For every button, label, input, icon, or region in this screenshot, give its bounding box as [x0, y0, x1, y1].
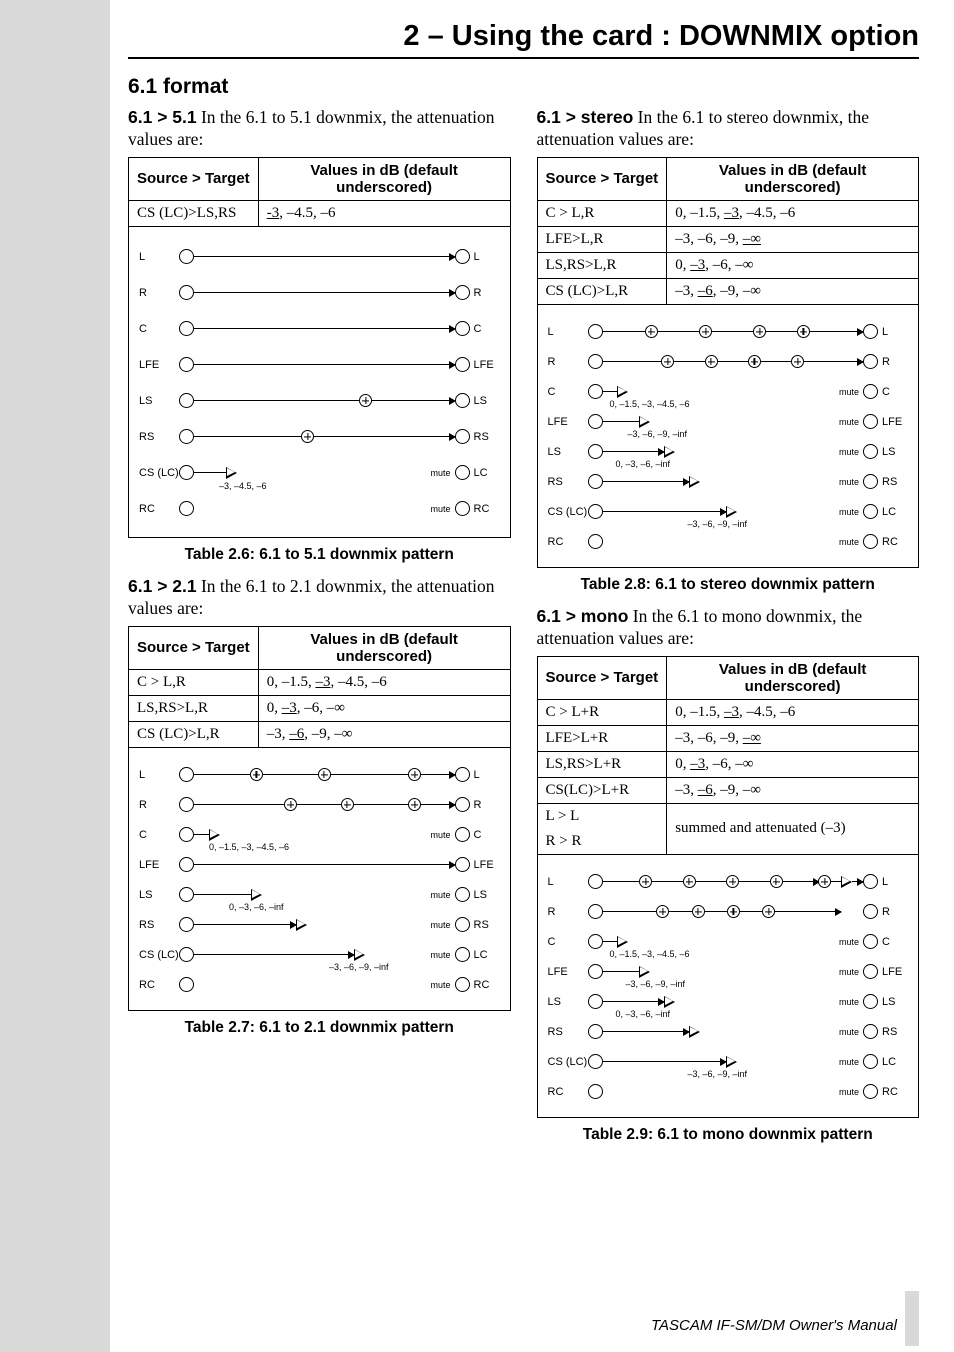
th-src: Source > Target: [129, 157, 259, 200]
page-content: 2 – Using the card : DOWNMIX option 6.1 …: [110, 0, 954, 1156]
diagram-27: LL RR CmuteC 0, –1.5, –3, –4.5, –6 LFELF…: [128, 748, 511, 1011]
para-61-mono: 6.1 > mono In the 6.1 to mono downmix, t…: [537, 606, 920, 650]
para-61-st: 6.1 > stereo In the 6.1 to stereo downmi…: [537, 107, 920, 151]
diagram-29: LL RR CmuteC 0, –1.5, –3, –4.5, –6 LFEmu…: [537, 855, 920, 1118]
section-title: 6.1 format: [128, 75, 919, 99]
t26-r0-src: CS (LC)>LS,RS: [129, 200, 259, 226]
chapter-title: 2 – Using the card : DOWNMIX option: [128, 20, 919, 59]
caption-27: Table 2.7: 6.1 to 2.1 downmix pattern: [128, 1019, 511, 1037]
left-column: 6.1 > 5.1 In the 6.1 to 5.1 downmix, the…: [128, 107, 511, 1156]
right-column: 6.1 > stereo In the 6.1 to stereo downmi…: [537, 107, 920, 1156]
table-26: Source > Target Values in dB (default un…: [128, 157, 511, 227]
table-28: Source > TargetValues in dB (default und…: [537, 157, 920, 305]
caption-28: Table 2.8: 6.1 to stereo downmix pattern: [537, 576, 920, 594]
diagram-26: LL RR CC LFELFE LSLS RSRS CS (LC) muteLC…: [128, 227, 511, 538]
amp-icon: [226, 467, 237, 479]
lead-61-51: 6.1 > 5.1: [128, 107, 197, 127]
page-side-bar: [0, 0, 110, 1352]
t26-r0-val: -3, –4.5, –6: [258, 200, 510, 226]
footer-tab: [905, 1291, 919, 1346]
th-val: Values in dB (default underscored): [258, 157, 510, 200]
page-footer: TASCAM IF-SM/DM Owner's Manual 9: [651, 1308, 919, 1337]
table-29: Source > TargetValues in dB (default und…: [537, 656, 920, 855]
caption-26: Table 2.6: 6.1 to 5.1 downmix pattern: [128, 546, 511, 564]
table-27: Source > TargetValues in dB (default und…: [128, 626, 511, 748]
caption-29: Table 2.9: 6.1 to mono downmix pattern: [537, 1126, 920, 1144]
para-61-51: 6.1 > 5.1 In the 6.1 to 5.1 downmix, the…: [128, 107, 511, 151]
para-61-21: 6.1 > 2.1 In the 6.1 to 2.1 downmix, the…: [128, 576, 511, 620]
diagram-28: LL RR CmuteC 0, –1.5, –3, –4.5, –6 LFEmu…: [537, 305, 920, 568]
manual-name: TASCAM IF-SM/DM Owner's Manual: [651, 1317, 897, 1334]
